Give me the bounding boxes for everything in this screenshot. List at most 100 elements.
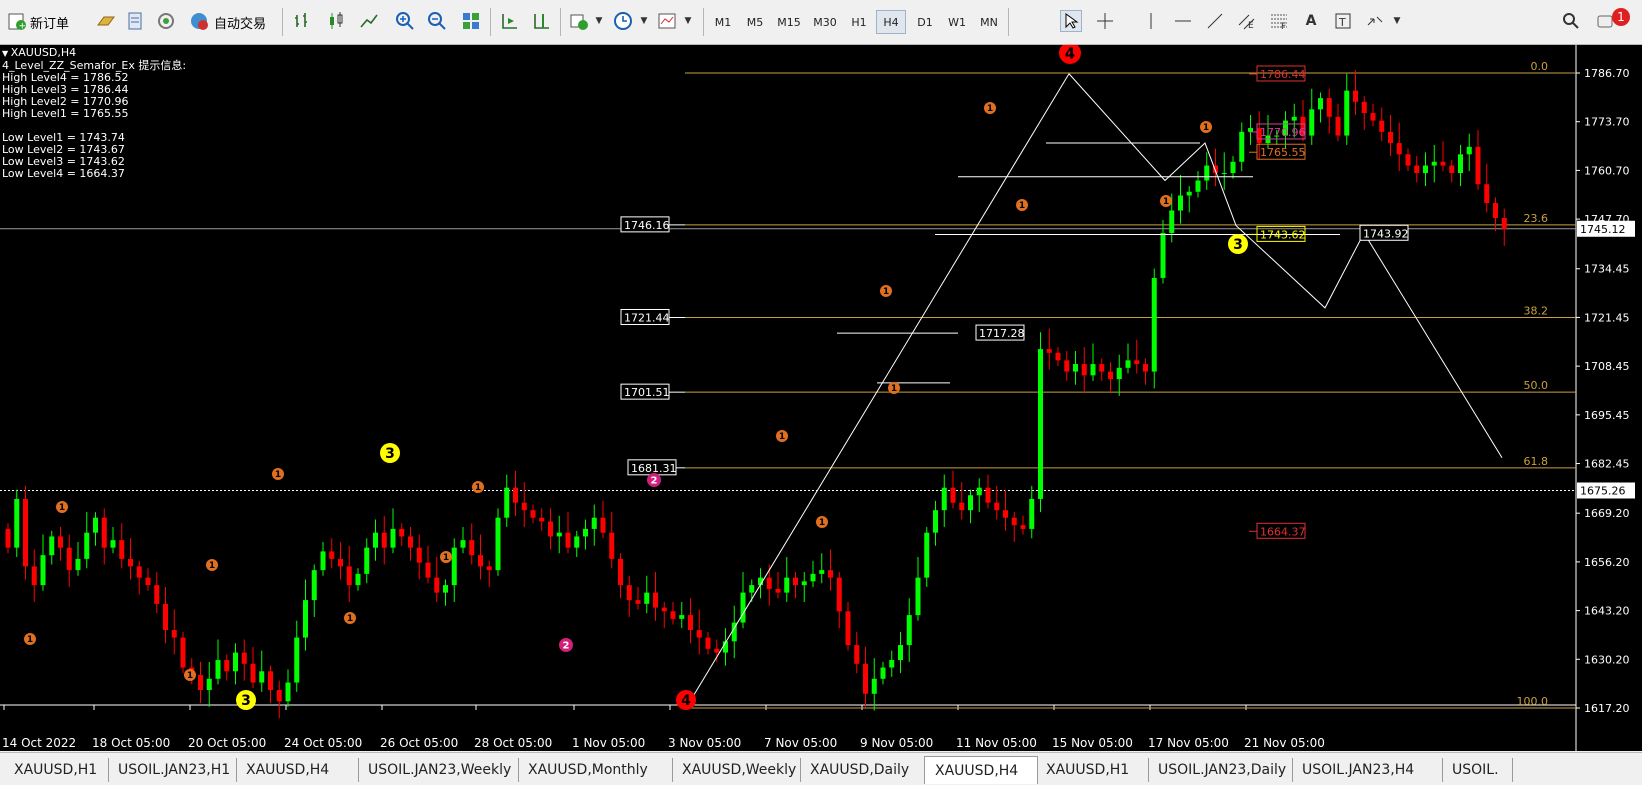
chart-tab[interactable]: XAUUSD,Monthly	[518, 758, 673, 782]
candle-body	[530, 510, 536, 518]
low-level-4: Low Level4 = 1664.37	[2, 167, 125, 180]
zoom-in-icon[interactable]	[394, 10, 416, 32]
candle-body	[1309, 109, 1315, 136]
timeframe-h4[interactable]: H4	[876, 10, 906, 34]
candle-body	[1099, 364, 1105, 372]
candle-body	[1090, 364, 1096, 376]
chart-tab[interactable]: USOIL.JAN23,H1	[108, 758, 237, 782]
chart-tab[interactable]: USOIL.JAN23,H4	[1292, 758, 1443, 782]
candle-body	[854, 645, 860, 664]
chart-tab[interactable]: XAUUSD,H4	[236, 758, 359, 782]
history-icon[interactable]	[125, 10, 147, 32]
candle-body	[950, 487, 956, 503]
new-order-button[interactable]: 新订单	[30, 8, 69, 36]
bar-chart-icon[interactable]	[292, 10, 314, 32]
candle-body	[1353, 90, 1358, 102]
time-axis-label: 9 Nov 05:00	[860, 736, 933, 750]
timeframe-h1[interactable]: H1	[844, 10, 874, 34]
candle-body	[810, 573, 816, 582]
chevron-down-icon[interactable]: ▼	[1386, 10, 1408, 32]
level-label: 1765.55	[1260, 146, 1306, 159]
candle-body	[1116, 367, 1122, 380]
auto-trading-button[interactable]: 自动交易	[214, 8, 266, 36]
candle-body	[1248, 128, 1253, 132]
chart-tab[interactable]: XAUUSD,Daily	[800, 758, 925, 782]
signals-icon[interactable]	[155, 10, 177, 32]
candle-body	[906, 615, 912, 646]
chart-tab[interactable]: USOIL.JAN23,Daily	[1148, 758, 1293, 782]
timeframe-d1[interactable]: D1	[910, 10, 940, 34]
chart-canvas[interactable]: 1786.701773.701760.701747.701734.451721.…	[0, 45, 1642, 751]
candle-body	[653, 592, 658, 608]
horizontal-line-icon[interactable]	[1172, 10, 1194, 32]
chevron-down-icon[interactable]: ▼	[633, 10, 655, 32]
price-chart[interactable]: 1786.70 1773.70 1760.70 1747.70 1734.45 1721.…	[0, 45, 1642, 751]
fib-level-label: 0.0	[1531, 60, 1549, 73]
auto-scroll-icon[interactable]	[498, 10, 520, 32]
chart-tab[interactable]: XAUUSD,H4	[924, 756, 1038, 784]
text-label-icon[interactable]: T	[1332, 10, 1354, 32]
indicator-info-panel: ▼ XAUUSD,H4 4_Level_ZZ_Semafor_Ex 提示信息: …	[2, 47, 186, 180]
semafor-number: 1	[987, 104, 993, 114]
trendline-icon[interactable]	[1204, 10, 1226, 32]
timeframe-m1[interactable]: M1	[708, 10, 738, 34]
candle-body	[66, 547, 72, 571]
zoom-out-icon[interactable]	[426, 10, 448, 32]
timeframe-m15[interactable]: M15	[772, 10, 806, 34]
candle-body	[1475, 146, 1481, 185]
price-axis-label: 1617.20	[1584, 702, 1630, 715]
price-axis-label: 1708.45	[1584, 360, 1630, 373]
candle-body	[75, 558, 81, 571]
candle-body	[801, 581, 807, 586]
candlestick-icon[interactable]	[325, 10, 347, 32]
candle-body	[976, 487, 982, 496]
candle-body	[1291, 116, 1297, 121]
chart-tab[interactable]: USOIL.JAN23,Weekly	[358, 758, 519, 782]
price-axis-label: 1669.20	[1584, 507, 1630, 520]
vertical-line-icon[interactable]	[1140, 10, 1162, 32]
search-icon[interactable]	[1560, 10, 1582, 32]
text-tool-icon[interactable]: A	[1300, 10, 1322, 32]
arrows-icon[interactable]	[1364, 10, 1386, 32]
collapse-triangle-icon[interactable]: ▼	[2, 49, 11, 58]
timeframe-m30[interactable]: M30	[808, 10, 842, 34]
candle-body	[399, 528, 405, 537]
fibonacci-icon[interactable]: F	[1268, 10, 1290, 32]
candle-body	[355, 573, 361, 586]
crosshair-icon[interactable]	[1094, 10, 1116, 32]
indicators-icon[interactable]	[568, 10, 590, 32]
timeframe-m5[interactable]: M5	[740, 10, 770, 34]
semafor-number: 1	[209, 561, 215, 571]
gold-bar-icon[interactable]	[95, 10, 117, 32]
candle-body	[268, 671, 273, 691]
candle-body	[679, 615, 685, 619]
chart-tab[interactable]: USOIL.	[1442, 758, 1513, 782]
chart-tab[interactable]: XAUUSD,H1	[1036, 758, 1149, 782]
candle-body	[338, 558, 343, 567]
semafor-number: 1	[779, 432, 785, 442]
chart-tab[interactable]: XAUUSD,Weekly	[672, 758, 801, 782]
timeframe-w1[interactable]: W1	[942, 10, 972, 34]
equidistant-channel-icon[interactable]: E	[1236, 10, 1258, 32]
candle-body	[1370, 113, 1376, 121]
candle-body	[364, 547, 370, 574]
notification-badge[interactable]: 1	[1612, 8, 1630, 26]
chart-shift-icon[interactable]	[530, 10, 552, 32]
chart-tab[interactable]: XAUUSD,H1	[4, 758, 109, 782]
chevron-down-icon[interactable]: ▼	[588, 10, 610, 32]
fib-price-label: 1681.31	[631, 462, 677, 475]
tile-windows-icon[interactable]	[460, 10, 482, 32]
semafor-number: 1	[1203, 123, 1209, 133]
templates-icon[interactable]	[656, 10, 678, 32]
chart-tabs-bar: XAUUSD,H1 USOIL.JAN23,H1 XAUUSD,H4 USOIL.JA…	[0, 752, 1642, 785]
cursor-icon[interactable]	[1060, 10, 1082, 32]
line-chart-icon[interactable]	[358, 10, 380, 32]
semafor-number: 3	[241, 693, 251, 709]
periods-clock-icon[interactable]	[612, 10, 634, 32]
candle-body	[618, 558, 623, 586]
candle-body	[460, 540, 466, 548]
chevron-down-icon[interactable]: ▼	[677, 10, 699, 32]
price-axis-label: 1656.20	[1584, 556, 1630, 569]
candle-body	[443, 585, 448, 593]
timeframe-mn[interactable]: MN	[974, 10, 1004, 34]
